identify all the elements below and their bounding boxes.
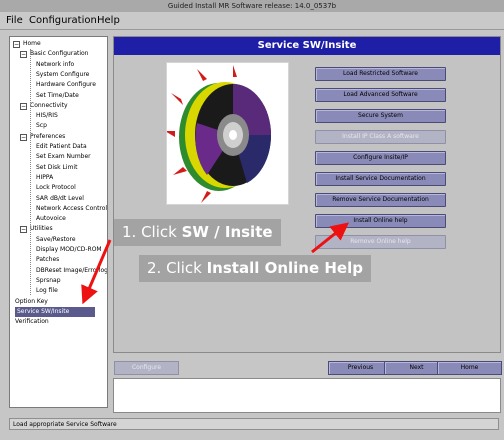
guided-install-window: Guided Install MR Software release: 14.0… [0, 0, 504, 440]
menu-help[interactable]: Help [97, 12, 120, 29]
tree-item[interactable]: Scp [10, 121, 107, 131]
tree-item-label: Utilities [30, 225, 53, 233]
tree-item-label: Set Disk Limit [36, 163, 78, 171]
configure-button[interactable]: Configure [114, 361, 179, 375]
message-area [113, 378, 501, 413]
tree-item[interactable]: − Preferences [10, 132, 107, 142]
service-button[interactable]: Install Service Documentation [315, 172, 446, 186]
tree-item[interactable]: − Home [10, 39, 107, 49]
collapse-toggle-icon[interactable]: − [20, 133, 27, 141]
tree-item-label: Network info [36, 60, 75, 68]
tree-item-label: SAR dB/dt Level [36, 194, 84, 202]
tree-item[interactable]: Set Exam Number [10, 152, 107, 162]
tree-item-label: Network Access Control [36, 204, 108, 212]
collapse-toggle-icon[interactable]: − [20, 51, 27, 59]
tree-item[interactable]: Hardware Configure [10, 80, 107, 90]
tree-item-label: Edit Patient Data [36, 143, 87, 150]
tree-item-label: Basic Configuration [30, 50, 89, 58]
tree-item[interactable]: Save/Restore [10, 235, 107, 245]
callout-step-1-target: SW / Insite [181, 223, 273, 241]
callout-step-2: 2. Click Install Online Help [139, 255, 371, 282]
tree-item[interactable]: DBReset Image/Errorlog [10, 266, 107, 276]
tree-item[interactable]: Verification [10, 317, 107, 327]
callout-step-2-target: Install Online Help [206, 259, 363, 277]
status-bar: Load appropriate Service Software [9, 418, 499, 430]
tree-item-label: Hardware Configure [36, 81, 96, 89]
tree-item-label: Option Key [15, 297, 48, 305]
tree-item[interactable]: − Utilities [10, 224, 107, 234]
navigation-tree: − Home − Basic Configuration Network info Sys… [9, 36, 108, 408]
tree-item[interactable]: Network Access Control [10, 204, 107, 214]
tree-item-label: Preferences [30, 132, 66, 140]
tree-item[interactable]: Set Disk Limit [10, 163, 107, 173]
tree-item-label: Sprsnap [36, 276, 61, 284]
tree-item-label: Set Time/Date [36, 91, 79, 99]
collapse-toggle-icon[interactable]: − [13, 41, 20, 48]
tree-item[interactable]: Service SW/Insite [10, 306, 107, 317]
panel-title: Service SW/Insite [114, 37, 500, 55]
tree-connector [30, 49, 31, 295]
tree-item[interactable]: Display MOD/CD-ROM [10, 245, 107, 255]
tree-item[interactable]: HIPPA [10, 173, 107, 183]
service-button[interactable]: Load Advanced Software [315, 88, 446, 102]
tree-item[interactable]: Patches [10, 255, 107, 265]
tree-item[interactable]: Sprsnap [10, 276, 107, 286]
tree-item[interactable]: Option Key [10, 297, 107, 307]
tree-item[interactable]: Set Time/Date [10, 91, 107, 101]
service-button[interactable]: Configure Insite/IP [315, 151, 446, 165]
service-button[interactable]: Install IP Class A software [315, 130, 446, 144]
callout-step-2-prefix: 2. Click [147, 259, 207, 277]
tree-item[interactable]: Autovoice [10, 214, 107, 224]
tree-item[interactable]: Log file [10, 286, 107, 296]
tree-item-label: Connectivity [30, 101, 68, 109]
callout-step-1-prefix: 1. Click [122, 223, 182, 241]
callout-step-1: 1. Click SW / Insite [114, 219, 281, 246]
tree-item-label: Autovoice [36, 215, 66, 223]
tree-item-label: Patches [36, 256, 60, 264]
tree-item[interactable]: HIS/RIS [10, 111, 107, 121]
tree-item-label: Save/Restore [36, 235, 76, 243]
tree-item[interactable]: Network info [10, 60, 107, 70]
service-button[interactable]: Load Restricted Software [315, 67, 446, 81]
tree-item-label: System Configure [36, 70, 90, 78]
service-button[interactable]: Install Online help [315, 214, 446, 228]
tree-item[interactable]: Edit Patient Data [10, 142, 107, 152]
tree-item-label: HIS/RIS [36, 112, 58, 120]
tree-item-label: Service SW/Insite [15, 306, 95, 317]
tree-item[interactable]: − Connectivity [10, 101, 107, 111]
tree-item-label: Log file [36, 287, 58, 295]
collapse-toggle-icon[interactable]: − [20, 102, 27, 110]
menu-file[interactable]: File [6, 12, 23, 29]
tree-item[interactable]: System Configure [10, 70, 107, 80]
tree-item[interactable]: − Basic Configuration [10, 49, 107, 59]
tree-item[interactable]: SAR dB/dt Level [10, 194, 107, 204]
tree-item-label: Lock Protocol [36, 184, 76, 192]
tree-item-label: Scp [36, 122, 47, 130]
tree-item-label: Verification [15, 318, 49, 326]
service-button[interactable]: Remove Service Documentation [315, 193, 446, 207]
tree-item-label: DBReset Image/Errorlog [36, 266, 108, 274]
service-button[interactable]: Remove Online help [315, 235, 446, 249]
menu-configuration[interactable]: Configuration [29, 12, 97, 29]
home-button[interactable]: Home [437, 361, 502, 375]
tree-item-label: Set Exam Number [36, 153, 91, 161]
menu-bar: File Configuration Help [0, 12, 504, 30]
tree-item-label: Home [23, 40, 41, 47]
tree-item-label: HIPPA [36, 173, 54, 181]
service-cd-graphic [165, 62, 289, 205]
tree-item-label: Display MOD/CD-ROM [36, 246, 102, 253]
collapse-toggle-icon[interactable]: − [20, 226, 27, 234]
cd-icon [165, 65, 272, 203]
service-button[interactable]: Secure System [315, 109, 446, 123]
tree-item[interactable]: Lock Protocol [10, 183, 107, 193]
